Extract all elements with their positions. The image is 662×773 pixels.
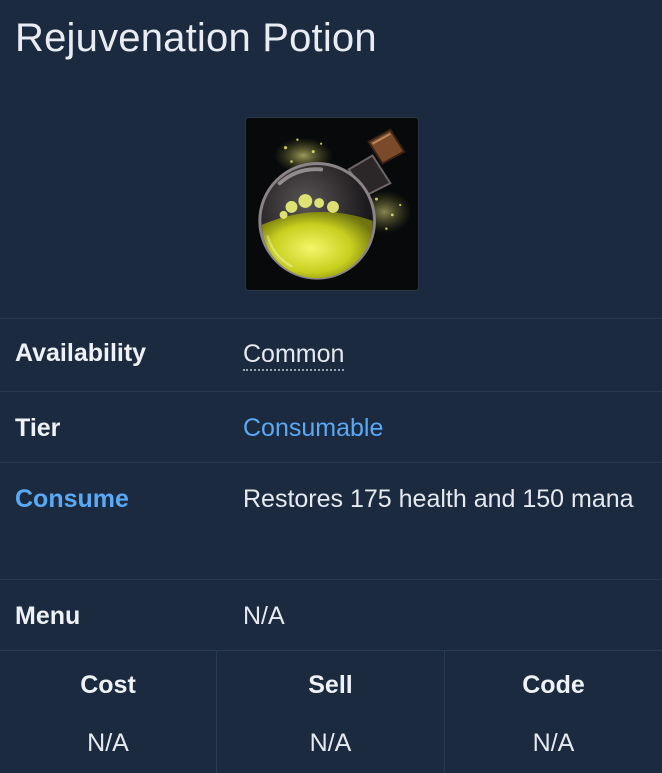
row-tier: Tier Consumable: [0, 391, 662, 462]
availability-value[interactable]: Common: [243, 339, 345, 371]
consume-value: Restores 175 health and 150 mana: [243, 485, 634, 513]
price-table: Cost N/A Sell N/A Code N/A: [0, 650, 662, 773]
code-value: N/A: [532, 729, 575, 757]
cost-column: Cost N/A: [0, 651, 217, 773]
item-title: Rejuvenation Potion: [15, 16, 377, 60]
sell-header: Sell: [308, 671, 353, 699]
tier-label: Tier: [15, 414, 61, 442]
menu-label: Menu: [15, 602, 81, 630]
menu-value: N/A: [243, 602, 285, 630]
code-column: Code N/A: [445, 651, 662, 773]
consume-link[interactable]: Consume: [15, 485, 129, 514]
row-consume: Consume Restores 175 health and 150 mana: [0, 462, 662, 579]
row-menu: Menu N/A: [0, 579, 662, 650]
availability-label: Availability: [15, 339, 147, 367]
row-availability: Availability Common: [0, 318, 662, 391]
cost-value: N/A: [87, 729, 129, 757]
item-infobox: Rejuvenation Potion Availability Common …: [0, 0, 662, 773]
tier-link[interactable]: Consumable: [243, 405, 648, 451]
code-header: Code: [522, 671, 585, 699]
cost-header: Cost: [80, 671, 136, 699]
rejuvenation-potion-flask-icon: [245, 117, 419, 291]
sell-value: N/A: [309, 729, 352, 757]
sell-column: Sell N/A: [217, 651, 445, 773]
